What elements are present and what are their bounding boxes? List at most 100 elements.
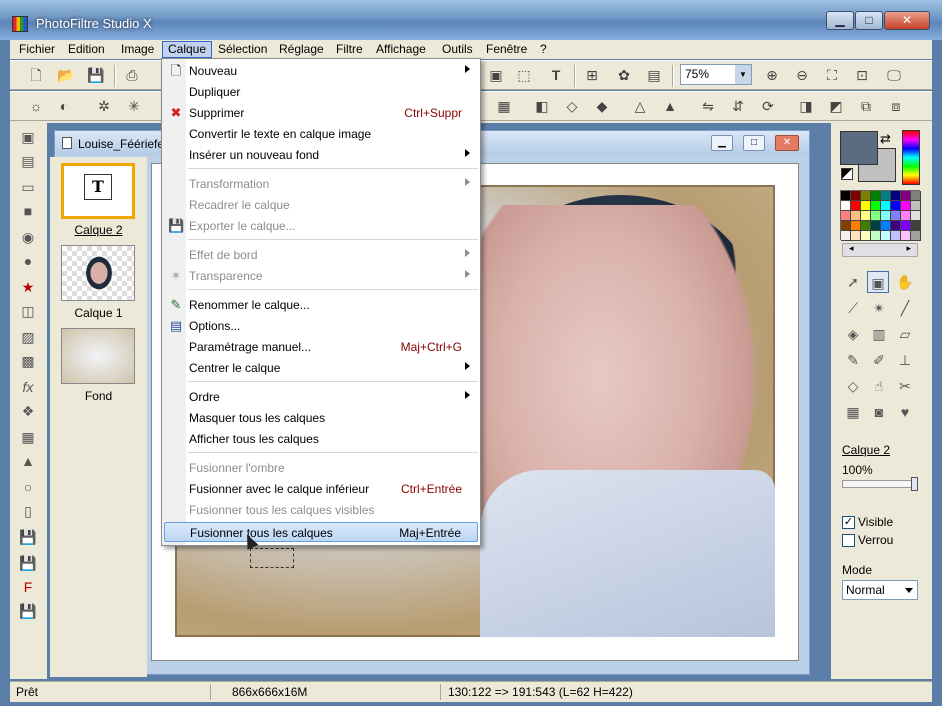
palette-swatch[interactable] — [891, 231, 901, 241]
palette-swatch[interactable] — [911, 201, 921, 211]
eyedropper-icon[interactable]: ⟋ — [842, 297, 864, 319]
palette-swatch[interactable] — [841, 231, 851, 241]
menu-item-dupliquer[interactable]: Dupliquer — [164, 82, 478, 102]
eraser-icon[interactable]: ▱ — [894, 323, 916, 345]
triangle-filled-icon[interactable]: ▲ — [660, 96, 680, 116]
layer-paste-icon[interactable]: ⧈ — [886, 96, 906, 116]
palette-swatch[interactable] — [851, 191, 861, 201]
menu-item-nouveau[interactable]: 🗋 Nouveau — [164, 61, 478, 81]
palette-swatch[interactable] — [901, 191, 911, 201]
layer-thumb-calque-1[interactable] — [61, 245, 135, 301]
palette-swatch[interactable] — [891, 211, 901, 221]
palette-swatch[interactable] — [861, 191, 871, 201]
palette-swatch[interactable] — [841, 211, 851, 221]
mirror-icon[interactable]: ◧ — [532, 96, 552, 116]
palette-swatch[interactable] — [861, 231, 871, 241]
layer-label-fond[interactable]: Fond — [50, 389, 147, 403]
visible-checkbox[interactable]: ✓ — [842, 516, 855, 529]
menu-fenetre[interactable]: Fenêtre — [481, 41, 532, 58]
menu-item-centrer[interactable]: Centrer le calque — [164, 358, 478, 378]
plugin-icon[interactable]: ✿ — [614, 65, 634, 85]
palette-swatch[interactable] — [891, 191, 901, 201]
smudge-icon[interactable]: ☝ — [868, 375, 890, 397]
palette-swatch[interactable] — [851, 201, 861, 211]
sphere-icon[interactable]: ● — [18, 251, 38, 271]
menu-image[interactable]: Image — [116, 41, 159, 58]
fit-window-icon[interactable]: ⛶ — [822, 65, 842, 85]
palette-swatch[interactable] — [901, 211, 911, 221]
save-2000-icon[interactable]: 💾 — [18, 527, 38, 547]
gradient-icon[interactable]: ▨ — [18, 327, 38, 347]
pattern-icon[interactable]: ❖ — [18, 401, 38, 421]
tree-icon[interactable]: ⊞ — [582, 65, 602, 85]
palette-swatch[interactable] — [871, 191, 881, 201]
chevron-down-icon[interactable]: ▼ — [735, 65, 751, 84]
palette-swatch[interactable] — [841, 191, 851, 201]
menu-item-renommer[interactable]: ✎ Renommer le calque... — [164, 295, 478, 315]
menu-item-masquer[interactable]: Masquer tous les calques — [164, 408, 478, 428]
fill-bucket-icon[interactable]: ◈ — [842, 323, 864, 345]
print-icon[interactable]: ⎙ — [122, 65, 142, 85]
new-file-icon[interactable]: 🗋 — [26, 65, 46, 85]
color-palette[interactable] — [840, 190, 921, 241]
monitor-icon[interactable]: ▭ — [18, 177, 38, 197]
layer-thumb-fond[interactable] — [61, 328, 135, 384]
menu-selection[interactable]: Sélection — [213, 41, 272, 58]
palette-swatch[interactable] — [861, 201, 871, 211]
flip-horizontal-icon[interactable]: ⇋ — [698, 96, 718, 116]
mosaic-icon[interactable]: ▦ — [18, 427, 38, 447]
opacity-slider-handle[interactable] — [911, 477, 918, 491]
chevron-left-icon[interactable]: ◂ — [849, 243, 854, 254]
auto-contrast-icon[interactable]: ◐ — [54, 96, 74, 116]
chevron-right-icon[interactable]: ▸ — [906, 243, 911, 254]
palette-swatch[interactable] — [841, 221, 851, 231]
star-icon[interactable]: ★ — [18, 277, 38, 297]
palette-swatch[interactable] — [911, 221, 921, 231]
maximize-button[interactable]: □ — [855, 11, 883, 30]
palette-scrollbar[interactable]: ◂ ▸ — [842, 243, 918, 257]
menu-item-afficher[interactable]: Afficher tous les calques — [164, 429, 478, 449]
book-icon[interactable]: ▯ — [18, 501, 38, 521]
palette-swatch[interactable] — [871, 211, 881, 221]
verrou-checkbox[interactable] — [842, 534, 855, 547]
palette-swatch[interactable] — [901, 231, 911, 241]
menu-item-supprimer[interactable]: ✖ Supprimer Ctrl+Suppr — [164, 103, 478, 123]
open-folder-icon[interactable]: 📂 — [56, 65, 76, 85]
menu-reglage[interactable]: Réglage — [274, 41, 329, 58]
camera-icon[interactable]: ◉ — [18, 227, 38, 247]
palette-swatch[interactable] — [881, 221, 891, 231]
color-spectrum[interactable] — [902, 130, 920, 185]
palette-swatch[interactable] — [911, 211, 921, 221]
layer-copy-icon[interactable]: ⧉ — [856, 96, 876, 116]
blur-drop-icon[interactable]: ◇ — [842, 375, 864, 397]
palette-swatch[interactable] — [871, 221, 881, 231]
doc-minimize-button[interactable]: ▁ — [711, 135, 733, 151]
pattern-tool-icon[interactable]: ▦ — [842, 401, 864, 423]
menu-fichier[interactable]: Fichier — [14, 41, 60, 58]
menu-item-fusionner-tous[interactable]: Fusionner tous les calques Maj+Entrée — [164, 522, 478, 542]
brush-icon[interactable]: ✎ — [842, 349, 864, 371]
save-html-2-icon[interactable]: 💾 — [18, 601, 38, 621]
browser-icon[interactable]: ▤ — [644, 65, 664, 85]
palette-swatch[interactable] — [851, 221, 861, 231]
palette-swatch[interactable] — [881, 231, 891, 241]
shade-icon[interactable]: ▩ — [18, 351, 38, 371]
reset-colors-icon[interactable] — [841, 168, 853, 180]
clone-icon[interactable]: ✂ — [894, 375, 916, 397]
stamp-icon[interactable]: ⊥ — [894, 349, 916, 371]
menu-help[interactable]: ? — [535, 41, 552, 58]
palette-swatch[interactable] — [861, 221, 871, 231]
palette-swatch[interactable] — [851, 211, 861, 221]
text-frame-icon[interactable]: ▣ — [486, 65, 506, 85]
auto-levels-icon[interactable]: ☼ — [26, 96, 46, 116]
selection-icon[interactable]: ⬚ — [514, 65, 534, 85]
palette-swatch[interactable] — [891, 201, 901, 211]
foreground-color-swatch[interactable] — [840, 131, 878, 165]
brightness-icon[interactable]: ✲ — [94, 96, 114, 116]
grid-icon[interactable]: ▦ — [494, 96, 514, 116]
palette-swatch[interactable] — [881, 201, 891, 211]
heart-tool-icon[interactable]: ♥ — [894, 401, 916, 423]
palette-swatch[interactable] — [861, 211, 871, 221]
note-icon[interactable]: ◫ — [18, 301, 38, 321]
zoom-in-icon[interactable]: ⊕ — [762, 65, 782, 85]
